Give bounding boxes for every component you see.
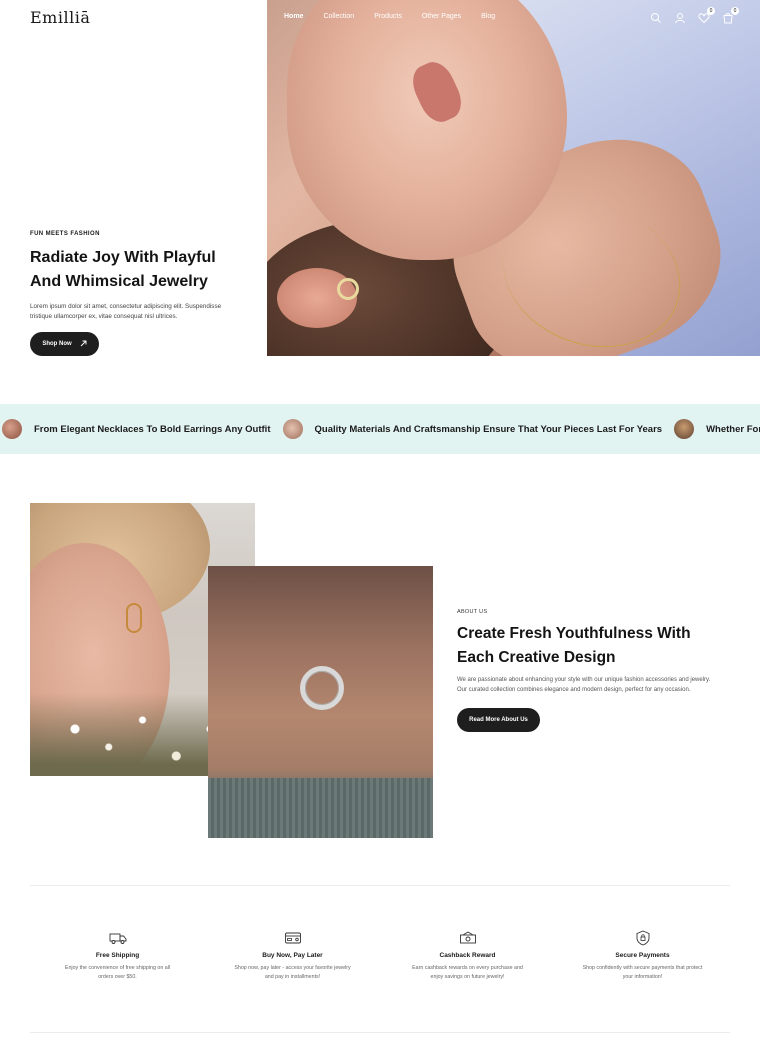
feature-description: Shop confidently with secure payments th… [582, 965, 703, 980]
marquee-text: From Elegant Necklaces To Bold Earrings … [34, 423, 271, 435]
nav-item-other-pages[interactable]: Other Pages [422, 13, 461, 20]
read-more-button[interactable]: Read More About Us [457, 708, 540, 732]
feature-cashback-reward: Cashback Reward Earn cashback rewards on… [380, 930, 555, 981]
about-copy: ABOUT US Create Fresh Youthfulness With … [457, 609, 727, 695]
marquee-item: Whether For Everyday We [674, 419, 760, 439]
wishlist-count-badge: 0 [707, 7, 715, 15]
feature-secure-payments: Secure Payments Shop confidently with se… [555, 930, 730, 981]
about-description: We are passionate about enhancing your s… [457, 677, 711, 693]
features-row: Free Shipping Enjoy the convenience of f… [30, 930, 730, 981]
feature-description: Shop now, pay later - access your favori… [234, 965, 351, 980]
shop-now-button[interactable]: Shop Now [30, 332, 99, 356]
feature-title: Free Shipping [95, 952, 140, 959]
about-eyebrow: ABOUT US [457, 609, 488, 615]
hero-section: Emilliā Home Collection Products Other P… [0, 0, 760, 356]
hero-description: Lorem ipsum dolor sit amet, consectetur … [30, 303, 222, 320]
nav-item-blog[interactable]: Blog [481, 13, 495, 20]
hero-title: Radiate Joy With Playful And Whimsical J… [30, 249, 216, 290]
shield-icon [634, 930, 652, 946]
marquee-banner: From Elegant Necklaces To Bold Earrings … [0, 404, 760, 454]
feature-title: Buy Now, Pay Later [262, 952, 323, 959]
hero-image [267, 0, 760, 356]
marquee-track: From Elegant Necklaces To Bold Earrings … [2, 404, 760, 454]
hero-copy: FUN MEETS FASHION Radiate Joy With Playf… [30, 231, 250, 321]
search-icon[interactable] [650, 11, 662, 23]
hero-eyebrow: FUN MEETS FASHION [30, 231, 100, 237]
brand-logo[interactable]: Emilliā [30, 8, 90, 27]
marquee-text: Quality Materials And Craftsmanship Ensu… [314, 423, 663, 435]
user-icon[interactable] [674, 11, 686, 24]
main-nav: Home Collection Products Other Pages Blo… [284, 13, 515, 20]
header-actions: 0 0 [650, 7, 739, 24]
section-divider [30, 885, 730, 886]
cart-icon[interactable]: 0 [722, 7, 739, 24]
marquee-thumbnail [282, 419, 303, 439]
truck-icon [109, 930, 127, 946]
marquee-text: Whether For Everyday We [706, 423, 760, 435]
marquee-thumbnail [674, 419, 695, 439]
wishlist-icon[interactable]: 0 [698, 7, 715, 24]
feature-description: Enjoy the convenience of free shipping o… [64, 965, 171, 980]
feature-title: Cashback Reward [439, 952, 496, 959]
about-title: Create Fresh Youthfulness With Each Crea… [457, 625, 691, 666]
marquee-item: Quality Materials And Craftsmanship Ensu… [282, 419, 675, 439]
arrow-up-right-icon [80, 340, 87, 349]
feature-buy-now-pay-later: Buy Now, Pay Later Shop now, pay later -… [205, 930, 380, 981]
section-divider [30, 1032, 730, 1033]
marquee-item: From Elegant Necklaces To Bold Earrings … [2, 419, 283, 439]
about-image-necklace [208, 566, 433, 838]
shop-now-label: Shop Now [42, 341, 72, 347]
marquee-thumbnail [2, 419, 22, 439]
cart-count-badge: 0 [731, 7, 739, 15]
feature-title: Secure Payments [615, 952, 670, 959]
credit-card-icon [284, 930, 302, 946]
feature-description: Earn cashback rewards on every purchase … [412, 965, 523, 980]
nav-item-home[interactable]: Home [284, 13, 303, 20]
nav-item-collection[interactable]: Collection [323, 13, 354, 20]
feature-free-shipping: Free Shipping Enjoy the convenience of f… [30, 930, 205, 981]
nav-item-products[interactable]: Products [374, 13, 402, 20]
cashback-icon [459, 930, 477, 946]
